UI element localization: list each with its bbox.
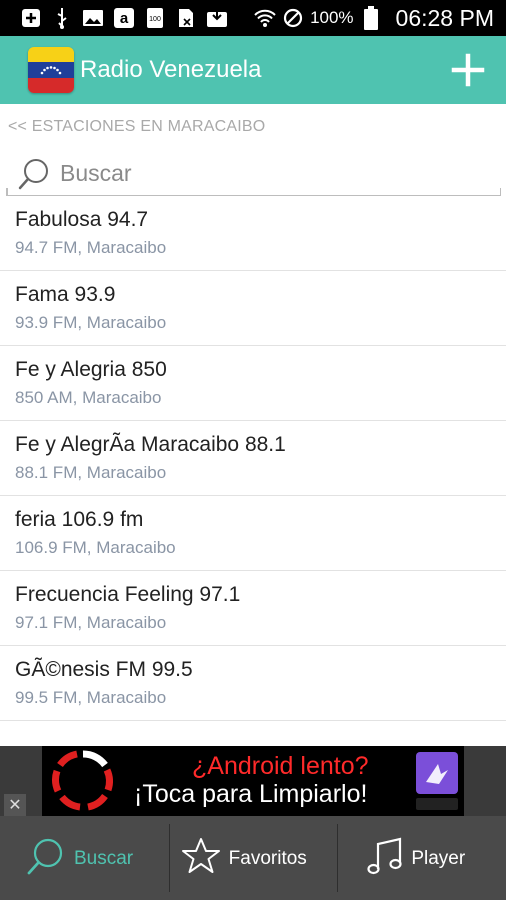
add-station-button[interactable] <box>448 50 488 90</box>
blocked-icon <box>282 8 304 28</box>
ad-banner[interactable]: ¿Android lento? ¡Toca para Limpiarlo! ✕ <box>0 746 506 816</box>
ad-close-button[interactable]: ✕ <box>4 794 26 816</box>
tab-buscar[interactable]: Buscar <box>0 816 169 900</box>
station-detail: 850 AM, Maracaibo <box>15 388 162 407</box>
sim-icon <box>175 8 197 28</box>
ad-headline: ¿Android lento? <box>192 752 369 780</box>
bottom-navigation: Buscar Favoritos Player <box>0 816 506 900</box>
plus-icon <box>451 53 485 87</box>
station-name: Frecuencia Feeling 97.1 <box>15 583 241 606</box>
amazon-icon: a <box>113 8 135 28</box>
status-icons-left: a 100 <box>0 0 228 36</box>
tab-favoritos[interactable]: Favoritos <box>168 816 338 900</box>
app-bar: Radio Venezuela <box>0 36 506 104</box>
download-icon <box>206 8 228 28</box>
station-detail: 99.5 FM, Maracaibo <box>15 688 167 707</box>
music-note-icon <box>365 836 405 878</box>
svg-text:100: 100 <box>149 16 161 23</box>
search-input[interactable] <box>60 158 480 188</box>
add-box-icon <box>20 8 42 28</box>
ad-speed-ring-icon <box>50 750 116 812</box>
tab-label: Favoritos <box>228 848 307 869</box>
search-bar <box>6 152 501 196</box>
station-detail: 94.7 FM, Maracaibo <box>15 238 167 257</box>
station-detail: 97.1 FM, Maracaibo <box>15 613 167 632</box>
tab-player[interactable]: Player <box>337 816 506 900</box>
battery-icon <box>360 6 382 30</box>
clock: 06:28 PM <box>395 4 494 31</box>
station-list[interactable]: Fabulosa 94.7 94.7 FM, Maracaibo Fama 93… <box>0 196 506 746</box>
status-icons-right: 100% 06:28 PM <box>254 0 494 36</box>
station-name: Fe y AlegrÃa Maracaibo 88.1 <box>15 433 286 456</box>
wifi-icon <box>254 8 276 28</box>
station-row[interactable]: Fe y Alegria 850 850 AM, Maracaibo <box>0 346 506 421</box>
tab-label: Buscar <box>74 848 134 869</box>
google-play-badge-icon <box>416 798 458 810</box>
breadcrumb-back-link[interactable]: << ESTACIONES EN MARACAIBO <box>8 118 265 136</box>
station-name: Fama 93.9 <box>15 283 116 306</box>
ad-content[interactable]: ¿Android lento? ¡Toca para Limpiarlo! <box>42 746 464 816</box>
station-name: Fabulosa 94.7 <box>15 208 149 231</box>
station-row[interactable]: feria 106.9 fm 106.9 FM, Maracaibo <box>0 496 506 571</box>
usb-icon <box>51 8 73 29</box>
station-row[interactable]: Fama 93.9 93.9 FM, Maracaibo <box>0 271 506 346</box>
station-name: feria 106.9 fm <box>15 508 144 531</box>
venezuela-flag-icon <box>28 47 74 93</box>
tab-label: Player <box>411 848 466 869</box>
station-row[interactable]: Fe y AlegrÃa Maracaibo 88.1 88.1 FM, Mar… <box>0 421 506 496</box>
ad-subheadline: ¡Toca para Limpiarlo! <box>134 780 368 808</box>
station-detail: 88.1 FM, Maracaibo <box>15 463 167 482</box>
search-icon <box>16 156 52 192</box>
status-bar: a 100 100% 06:28 PM <box>0 0 506 36</box>
station-row[interactable]: Frecuencia Feeling 97.1 97.1 FM, Maracai… <box>0 571 506 646</box>
app-title: Radio Venezuela <box>80 56 262 83</box>
station-name: Fe y Alegria 850 <box>15 358 167 381</box>
station-row[interactable]: GÃ©nesis FM 99.5 99.5 FM, Maracaibo <box>0 646 506 721</box>
battery-percent: 100% <box>310 8 354 27</box>
station-row[interactable]: Fabulosa 94.7 94.7 FM, Maracaibo <box>0 196 506 271</box>
svg-text:a: a <box>120 10 129 27</box>
station-name: GÃ©nesis FM 99.5 <box>15 658 193 681</box>
ad-app-icon <box>416 752 458 794</box>
station-detail: 106.9 FM, Maracaibo <box>15 538 176 557</box>
notification-100-icon: 100 <box>144 8 166 28</box>
star-icon <box>181 836 221 878</box>
station-detail: 93.9 FM, Maracaibo <box>15 313 167 332</box>
search-icon <box>26 836 66 878</box>
image-icon <box>82 8 104 28</box>
